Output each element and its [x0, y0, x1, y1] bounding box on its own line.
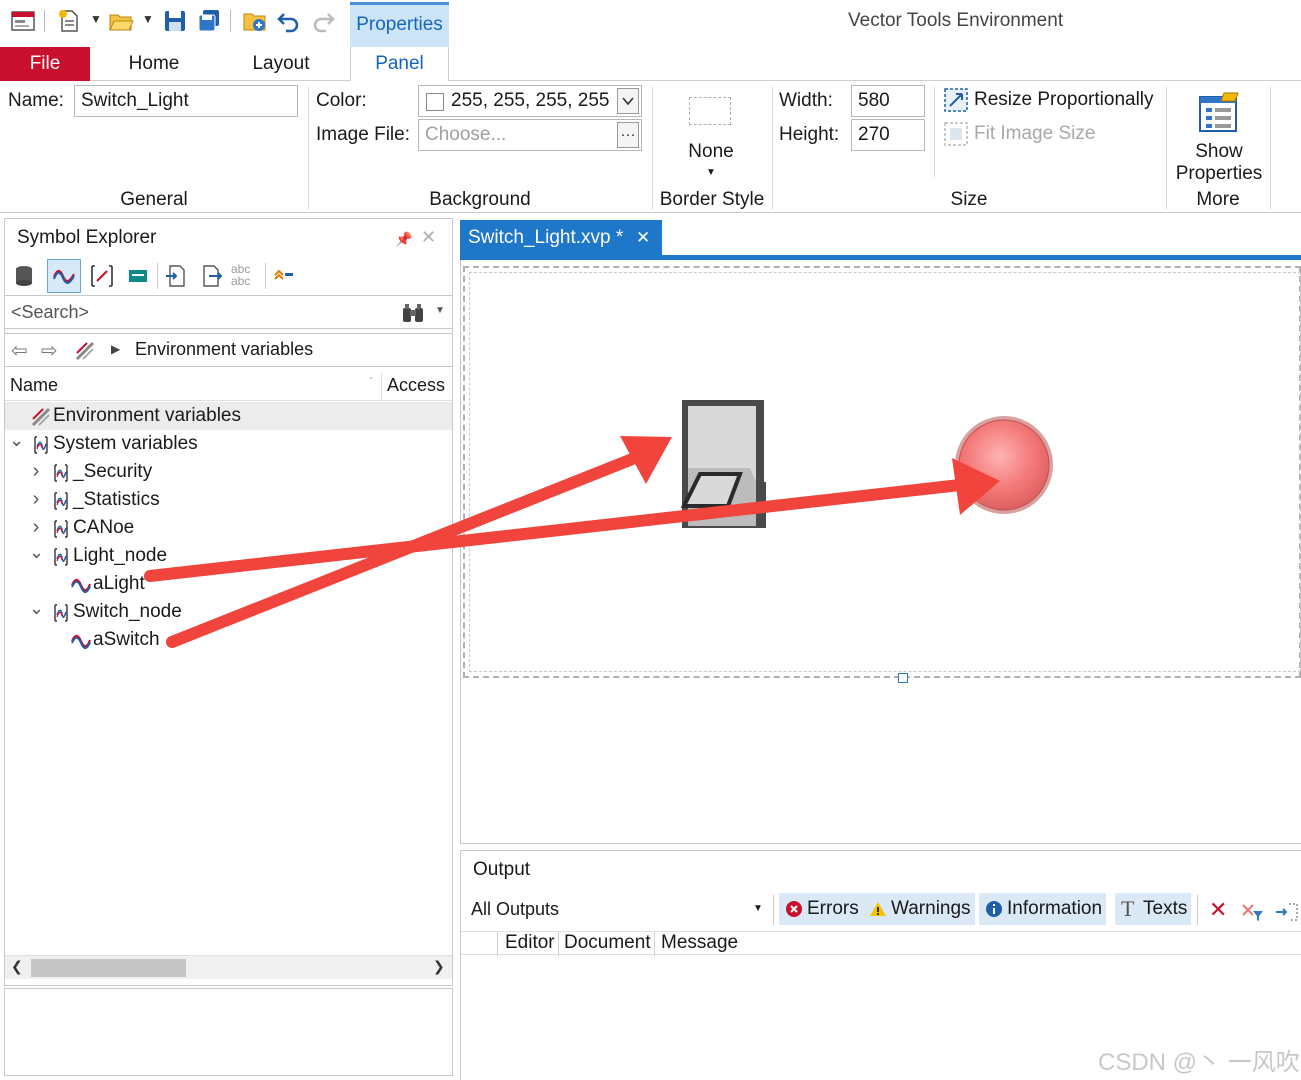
chevron-down-icon: ▼	[753, 903, 763, 914]
error-icon	[785, 900, 803, 918]
column-divider	[654, 932, 655, 956]
clear-filtered-icon[interactable]	[1241, 901, 1265, 923]
warning-icon	[869, 900, 887, 918]
information-label: Information	[1007, 898, 1103, 919]
warnings-label: Warnings	[891, 898, 971, 919]
errors-filter-button[interactable]: Errors	[779, 893, 863, 925]
watermark: CSDN @丶 一风吹	[1098, 1049, 1300, 1076]
column-editor[interactable]: Editor	[505, 932, 555, 954]
column-divider	[497, 932, 498, 956]
clear-icon[interactable]: ✕	[1209, 897, 1227, 923]
texts-filter-button[interactable]: T Texts	[1115, 893, 1192, 925]
arrow-aswitch-to-switch	[166, 436, 672, 648]
texts-label: Texts	[1143, 898, 1188, 919]
output-export-icon[interactable]	[1275, 901, 1299, 923]
column-divider	[558, 932, 559, 956]
output-column-header: Editor Document Message	[461, 931, 1301, 956]
column-document[interactable]: Document	[564, 932, 651, 954]
output-title: Output	[473, 859, 531, 880]
info-icon	[985, 900, 1003, 918]
output-source-select[interactable]: All Outputs ▼	[469, 897, 769, 925]
text-icon: T	[1121, 896, 1135, 921]
information-filter-button[interactable]: Information	[979, 893, 1107, 925]
column-message[interactable]: Message	[661, 932, 738, 954]
errors-label: Errors	[807, 898, 859, 919]
toolbar-separator	[1197, 895, 1198, 925]
warnings-filter-button[interactable]: Warnings	[863, 893, 975, 925]
toolbar-separator	[773, 895, 774, 925]
output-source-value: All Outputs	[471, 899, 560, 919]
